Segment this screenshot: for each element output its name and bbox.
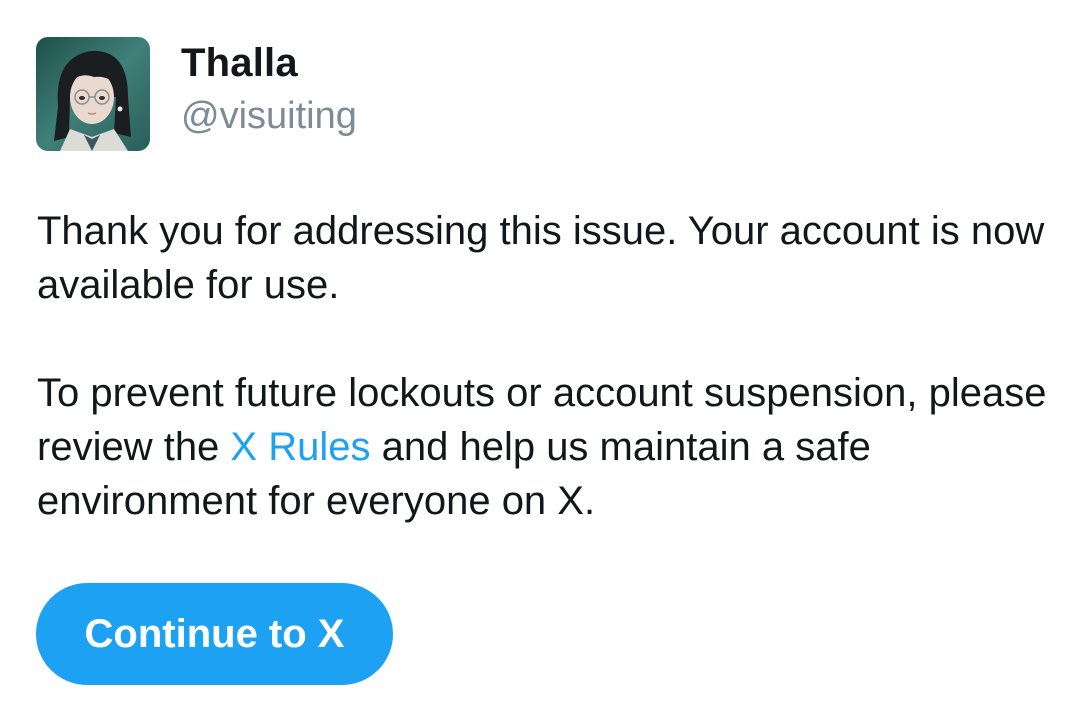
account-unlocked-screen: Thalla @visuiting Thank you for addressi… <box>0 0 1080 704</box>
continue-button[interactable]: Continue to X <box>36 583 393 685</box>
profile-identity: Thalla @visuiting <box>181 37 357 139</box>
message-body: Thank you for addressing this issue. You… <box>37 204 1057 528</box>
username-handle: @visuiting <box>181 95 357 137</box>
message-paragraph-2: To prevent future lockouts or account su… <box>37 366 1057 528</box>
profile-header: Thalla @visuiting <box>36 37 357 151</box>
display-name: Thalla <box>181 41 298 85</box>
x-rules-link[interactable]: X Rules <box>230 425 370 469</box>
message-paragraph-1: Thank you for addressing this issue. You… <box>37 209 1045 307</box>
avatar <box>36 37 150 151</box>
